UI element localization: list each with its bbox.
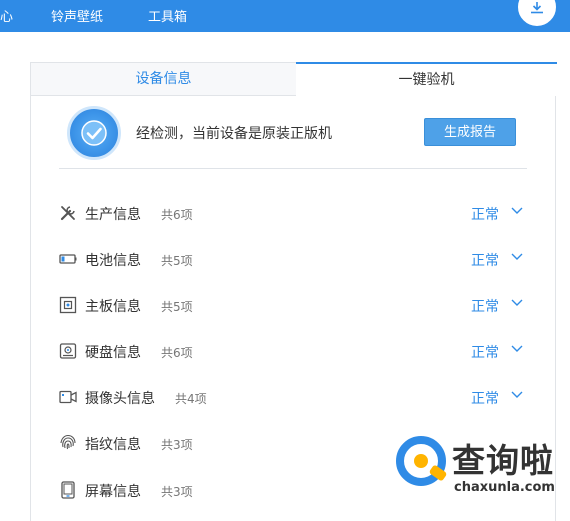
nav-item-toolbox[interactable]: 工具箱 [148,6,187,25]
tab-one-click-verify[interactable]: 一键验机 [296,62,557,96]
generate-report-button[interactable]: 生成报告 [424,118,516,146]
row-status: 正常 [471,253,499,269]
watermark-logo: 查询啦 chaxunla.com [396,432,566,504]
chevron-down-icon[interactable] [511,345,523,353]
row-status: 正常 [471,345,499,361]
row-status: 正常 [471,391,499,407]
tools-icon [60,206,75,221]
download-icon [531,2,543,14]
row-label: 生产信息 [85,207,141,223]
chevron-down-icon[interactable] [511,207,523,215]
row-label: 硬盘信息 [85,345,141,361]
nav-item-ringtones-wallpapers[interactable]: 铃声壁纸 [51,6,103,25]
row-count: 共4项 [175,392,207,406]
row-count: 共3项 [161,438,193,452]
info-row-camera[interactable]: 摄像头信息 共4项 正常 [57,382,529,412]
row-count: 共6项 [161,346,193,360]
watermark-url: chaxunla.com [454,480,555,495]
row-count: 共5项 [161,300,193,314]
row-status: 正常 [471,299,499,315]
divider [59,168,527,169]
battery-icon [59,254,77,264]
row-label: 摄像头信息 [85,391,155,407]
watermark-title: 查询啦 [452,441,554,480]
chevron-down-icon[interactable] [511,299,523,307]
info-row-production[interactable]: 生产信息 共6项 正常 [57,198,529,228]
info-row-battery[interactable]: 电池信息 共5项 正常 [57,244,529,274]
disk-icon [59,343,77,359]
nav-item-partial[interactable]: 心 [0,6,13,25]
check-circle-icon [67,106,121,160]
row-count: 共5项 [161,254,193,268]
row-label: 屏幕信息 [85,484,141,500]
row-label: 电池信息 [85,253,141,269]
row-count: 共6项 [161,208,193,222]
info-row-mainboard[interactable]: 主板信息 共5项 正常 [57,290,529,320]
chevron-down-icon[interactable] [511,253,523,261]
tab-device-info[interactable]: 设备信息 [31,62,297,96]
row-label: 指纹信息 [85,437,141,453]
fingerprint-icon [60,434,76,450]
row-count: 共3项 [161,485,193,499]
camera-icon [59,390,77,404]
row-label: 主板信息 [85,299,141,315]
top-nav-bar: 心 铃声壁纸 工具箱 [0,0,570,32]
search-q-logo-icon [396,436,448,486]
mainboard-icon [59,296,77,314]
row-status: 正常 [471,207,499,223]
chevron-down-icon[interactable] [511,391,523,399]
info-row-disk[interactable]: 硬盘信息 共6项 正常 [57,336,529,366]
verification-result-text: 经检测，当前设备是原装正版机 [136,126,332,142]
screen-icon [61,481,75,499]
